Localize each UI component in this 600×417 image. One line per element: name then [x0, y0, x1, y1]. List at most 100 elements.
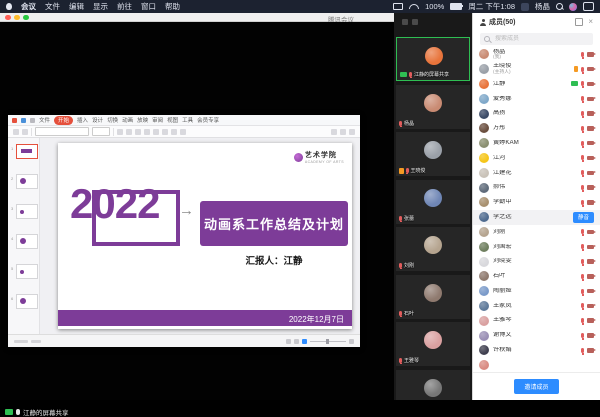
menubar-item-6[interactable]: 帮助	[165, 1, 180, 12]
more-tools-icon[interactable]	[349, 129, 355, 135]
video-tile-0[interactable]: 江静的屏幕共享	[396, 37, 470, 81]
member-row-14[interactable]: 刘晓雯	[473, 254, 600, 269]
bold-icon[interactable]	[117, 129, 123, 135]
ribbon-tab-3[interactable]: 设计	[92, 116, 103, 124]
member-status-icons	[581, 259, 594, 264]
undo-icon[interactable]	[30, 118, 35, 123]
font-name-box[interactable]	[35, 127, 89, 136]
align-center-icon[interactable]	[162, 129, 168, 135]
member-row-16[interactable]: 陶丽娅	[473, 284, 600, 299]
ribbon-tab-7[interactable]: 审阅	[152, 116, 163, 124]
control-center-icon[interactable]	[583, 2, 594, 11]
member-row-1[interactable]: 王晓俊(主持人)	[473, 62, 600, 77]
search-icon[interactable]	[556, 3, 563, 10]
member-search[interactable]	[480, 33, 593, 45]
play-slideshow-icon[interactable]	[302, 339, 307, 344]
ribbon-tab-6[interactable]: 放映	[137, 116, 148, 124]
video-tile-4[interactable]: 刘刚	[396, 227, 470, 271]
slide-thumbnail-4[interactable]: 4	[16, 234, 38, 249]
video-tile-2[interactable]: 王晓俊	[396, 132, 470, 176]
zoom-slider[interactable]	[310, 341, 346, 342]
line-spacing-icon[interactable]	[180, 129, 186, 135]
slide-sorter-icon[interactable]	[294, 339, 299, 344]
member-row-18[interactable]: 王雅琴	[473, 313, 600, 328]
slide-thumbnail-3[interactable]: 3	[16, 204, 38, 219]
ribbon-tab-8[interactable]: 视图	[167, 116, 178, 124]
member-search-input[interactable]	[493, 35, 589, 43]
menubar-item-0[interactable]: 会议	[21, 1, 36, 12]
member-row-12[interactable]: 刘刚	[473, 225, 600, 240]
shapes-icon[interactable]	[331, 129, 337, 135]
slide-thumbnail-1[interactable]: 1	[16, 144, 38, 159]
paste-icon[interactable]	[13, 129, 19, 135]
ribbon-tab-2[interactable]: 插入	[77, 116, 88, 124]
slide-thumbnail-panel[interactable]: 1 2 3 4 5 6	[8, 138, 40, 334]
member-row-10[interactable]: 李勤中	[473, 195, 600, 210]
video-tile-3[interactable]: 张蕾	[396, 180, 470, 224]
strip-collapse-icon[interactable]	[412, 19, 418, 25]
wps-app-icon[interactable]	[12, 118, 17, 123]
video-tile-5[interactable]: 石叶	[396, 275, 470, 319]
ribbon-tab-5[interactable]: 动画	[122, 116, 133, 124]
member-row-6[interactable]: 黄婷KAM	[473, 136, 600, 151]
member-row-7[interactable]: 江河	[473, 151, 600, 166]
zoom-window-button[interactable]	[23, 15, 29, 21]
ribbon-tab-1[interactable]: 开始	[54, 116, 73, 125]
align-left-icon[interactable]	[153, 129, 159, 135]
underline-icon[interactable]	[135, 129, 141, 135]
invite-button[interactable]: 邀请成员	[514, 379, 558, 394]
member-row-3[interactable]: 爱秀娜	[473, 91, 600, 106]
bullets-icon[interactable]	[171, 129, 177, 135]
slide-thumbnail-6[interactable]: 6	[16, 294, 38, 309]
member-row-15[interactable]: 石叶	[473, 269, 600, 284]
member-row-19[interactable]: 谢博文	[473, 328, 600, 343]
member-row-17[interactable]: 王家凤	[473, 299, 600, 314]
menubar-user[interactable]: 杨晶	[535, 1, 550, 12]
italic-icon[interactable]	[126, 129, 132, 135]
fit-slide-icon[interactable]	[349, 339, 354, 344]
member-row-0[interactable]: 杨晶(我)	[473, 47, 600, 62]
close-panel-icon[interactable]: ×	[588, 19, 593, 25]
video-tile-1[interactable]: 杨晶	[396, 85, 470, 129]
strip-layout-icon[interactable]	[402, 19, 408, 25]
save-icon[interactable]	[21, 118, 26, 123]
slide-thumbnail-2[interactable]: 2	[16, 174, 38, 189]
member-row-13[interactable]: 刘国宏	[473, 239, 600, 254]
format-painter-icon[interactable]	[22, 129, 28, 135]
menubar-item-3[interactable]: 显示	[93, 1, 108, 12]
member-row-4[interactable]: 高扬	[473, 106, 600, 121]
display-icon[interactable]	[393, 3, 403, 10]
menubar-item-2[interactable]: 编辑	[69, 1, 84, 12]
popout-panel-icon[interactable]	[575, 18, 583, 26]
insert-textbox-icon[interactable]	[340, 129, 346, 135]
input-method-icon[interactable]	[521, 3, 529, 11]
ribbon-tab-9[interactable]: 工具	[182, 116, 193, 124]
font-size-box[interactable]	[92, 127, 110, 136]
member-row-21[interactable]	[473, 358, 600, 373]
menubar-item-1[interactable]: 文件	[45, 1, 60, 12]
video-tile-6[interactable]: 王雅琴	[396, 322, 470, 366]
ribbon-tab-4[interactable]: 切换	[107, 116, 118, 124]
siri-icon[interactable]	[569, 3, 577, 11]
member-row-2[interactable]: 江静	[473, 77, 600, 92]
member-list[interactable]: 杨晶(我)王晓俊(主持人)江静爱秀娜高扬方彤黄婷KAM江河江建花郝伟李勤中李之远…	[473, 47, 600, 373]
member-row-11[interactable]: 李之远静音	[473, 210, 600, 225]
video-tile-7[interactable]	[396, 370, 470, 401]
wifi-icon[interactable]	[409, 4, 419, 9]
close-window-button[interactable]	[5, 15, 11, 21]
menubar-item-5[interactable]: 窗口	[141, 1, 156, 12]
ribbon-tab-0[interactable]: 文件	[39, 116, 50, 124]
member-row-20[interactable]: 许秋娟	[473, 343, 600, 358]
ribbon-tab-10[interactable]: 会员专享	[197, 116, 219, 124]
apple-logo-icon[interactable]	[6, 3, 12, 10]
minimize-window-button[interactable]	[14, 15, 20, 21]
menubar-clock[interactable]: 周二 下午1:08	[468, 1, 515, 12]
normal-view-icon[interactable]	[286, 339, 291, 344]
menubar-item-4[interactable]: 前往	[117, 1, 132, 12]
member-row-8[interactable]: 江建花	[473, 165, 600, 180]
font-color-icon[interactable]	[144, 129, 150, 135]
slide-thumbnail-5[interactable]: 5	[16, 264, 38, 279]
member-row-5[interactable]: 方彤	[473, 121, 600, 136]
mute-button[interactable]: 静音	[573, 212, 594, 223]
member-row-9[interactable]: 郝伟	[473, 180, 600, 195]
